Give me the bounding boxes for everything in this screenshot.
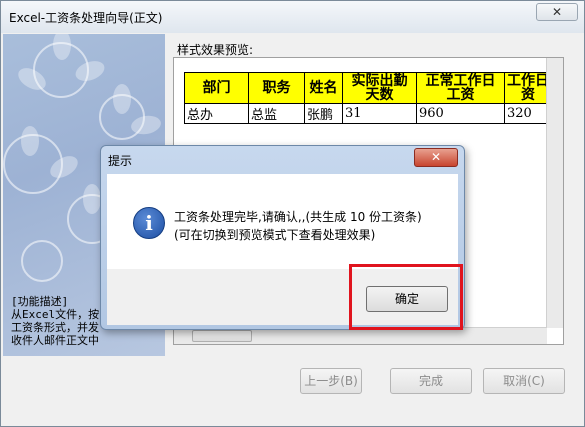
dialog-close-button[interactable]: ✕ xyxy=(414,148,458,167)
header-cell: 部门 xyxy=(184,72,249,104)
preview-table: 部门 职务 姓名 实际出勤 天数 正常工作日 工资 工作日 资 总办 总监 张鹏… xyxy=(184,72,552,124)
table-cell: 总办 xyxy=(184,103,249,124)
table-cell: 960 xyxy=(416,103,505,124)
header-cell: 实际出勤 天数 xyxy=(342,72,417,104)
preview-label: 样式效果预览: xyxy=(177,43,254,57)
header-cell: 工作日 资 xyxy=(504,72,552,104)
window-title: Excel-工资条处理向导(正文) xyxy=(9,11,163,25)
table-cell: 张鹏 xyxy=(304,103,343,124)
petal-decoration xyxy=(21,126,39,156)
preview-header-row: 部门 职务 姓名 实际出勤 天数 正常工作日 工资 工作日 资 xyxy=(184,72,552,104)
petal-decoration xyxy=(83,184,101,214)
info-icon: i xyxy=(133,207,165,239)
table-cell: 总监 xyxy=(248,103,305,124)
window-close-button[interactable]: ✕ xyxy=(536,3,578,21)
cancel-button[interactable]: 取消(C) xyxy=(483,368,565,394)
vertical-scrollbar[interactable] xyxy=(546,58,563,328)
header-cell: 职务 xyxy=(248,72,305,104)
table-cell: 31 xyxy=(342,103,417,124)
flower-decoration xyxy=(21,240,63,282)
dialog-message-line2: (可在切换到预览模式下查看处理效果) xyxy=(174,228,376,242)
petal-decoration xyxy=(113,84,131,114)
header-cell: 姓名 xyxy=(304,72,343,104)
scrollbar-thumb[interactable] xyxy=(192,330,252,342)
dialog-content: i 工资条处理完毕,请确认,,(共生成 10 份工资条) (可在切换到预览模式下… xyxy=(107,174,458,269)
header-cell: 正常工作日 工资 xyxy=(416,72,505,104)
table-row: 总办 总监 张鹏 31 960 320 xyxy=(184,103,552,124)
dialog-title: 提示 xyxy=(108,154,133,168)
dialog-message-line1: 工资条处理完毕,请确认,,(共生成 10 份工资条) xyxy=(174,210,422,224)
prev-button[interactable]: 上一步(B) xyxy=(300,368,362,394)
finish-button[interactable]: 完成 xyxy=(390,368,472,394)
title-bar: Excel-工资条处理向导(正文) ✕ xyxy=(1,1,584,33)
highlight-box xyxy=(349,264,463,330)
table-cell: 320 xyxy=(504,103,552,124)
